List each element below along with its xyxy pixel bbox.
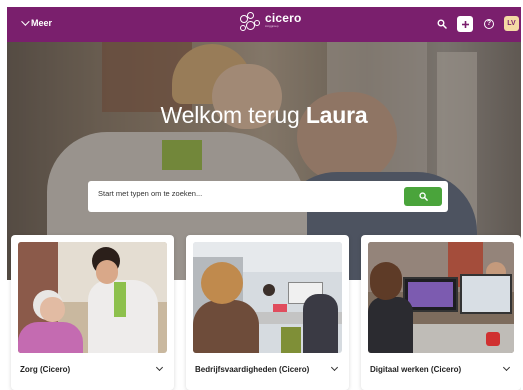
course-card-zorg[interactable]: Zorg (Cicero) bbox=[11, 235, 174, 390]
more-menu-button[interactable]: Meer bbox=[21, 17, 53, 28]
more-menu-label: Meer bbox=[31, 18, 53, 28]
course-card-bedrijfsvaardigheden[interactable]: Bedrijfsvaardigheden (Cicero) bbox=[186, 235, 349, 390]
card-title: Bedrijfsvaardigheden (Cicero) bbox=[195, 365, 310, 374]
search-button[interactable] bbox=[434, 16, 450, 32]
add-button[interactable] bbox=[457, 16, 473, 32]
cicero-logo[interactable]: cicero zorggroep bbox=[238, 12, 302, 34]
card-title: Digitaal werken (Cicero) bbox=[370, 365, 462, 374]
chevron-down-icon bbox=[21, 17, 30, 26]
search-submit-button[interactable] bbox=[404, 187, 442, 206]
app-frame: Meer cicero zorggroep ? LV Welkom terug … bbox=[7, 7, 521, 390]
search-icon bbox=[418, 192, 428, 201]
card-image-zorg bbox=[18, 242, 167, 353]
help-icon: ? bbox=[484, 19, 494, 29]
card-image-bedrijfsvaardigheden bbox=[193, 242, 342, 353]
logo-mark-icon bbox=[238, 12, 262, 34]
course-card-digitaal-werken[interactable]: Digitaal werken (Cicero) bbox=[361, 235, 521, 390]
welcome-heading: Welkom terug Laura bbox=[7, 102, 521, 129]
search-bar bbox=[88, 181, 448, 212]
chevron-down-icon[interactable] bbox=[330, 363, 339, 372]
card-image-digitaal-werken bbox=[368, 242, 514, 353]
chevron-down-icon[interactable] bbox=[155, 363, 164, 372]
plus-icon bbox=[461, 20, 469, 28]
greeting-text: Welkom terug bbox=[160, 102, 300, 128]
card-title: Zorg (Cicero) bbox=[20, 365, 71, 374]
search-input[interactable] bbox=[98, 189, 388, 198]
avatar[interactable]: LV bbox=[504, 16, 519, 31]
top-bar: Meer cicero zorggroep ? LV bbox=[7, 7, 521, 42]
search-icon bbox=[437, 19, 447, 29]
logo-name: cicero bbox=[265, 11, 302, 25]
help-button[interactable]: ? bbox=[481, 16, 497, 32]
user-name: Laura bbox=[305, 102, 368, 128]
chevron-down-icon[interactable] bbox=[502, 363, 511, 372]
